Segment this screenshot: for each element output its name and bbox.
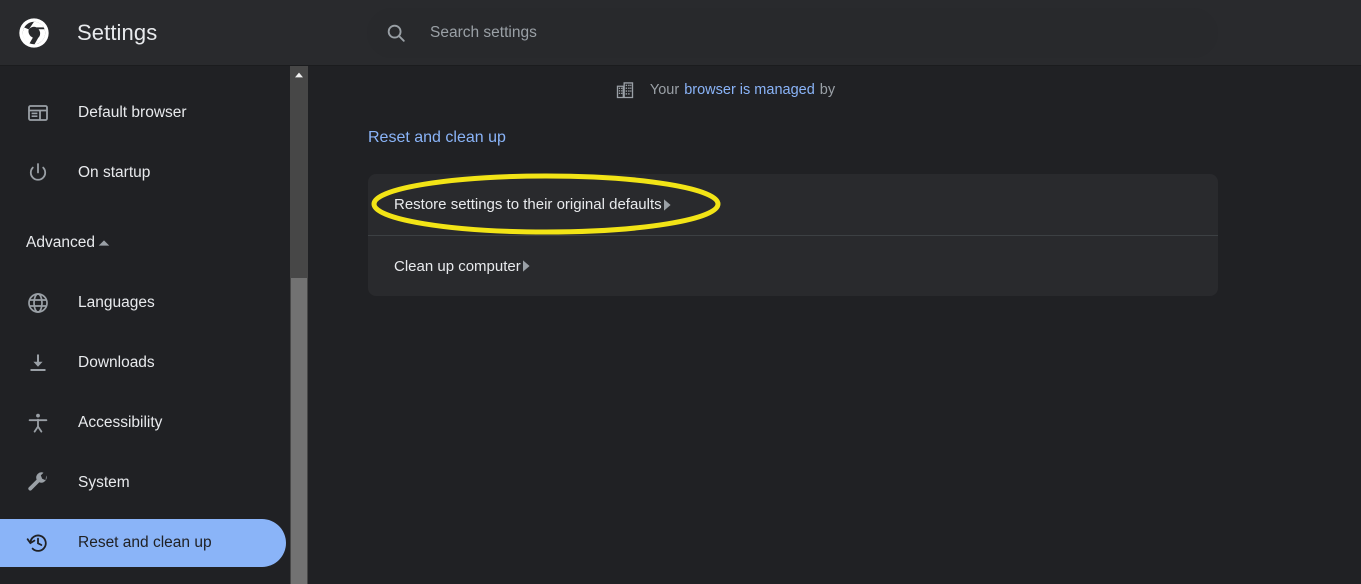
sidebar-item-on-startup[interactable]: On startup [0,149,286,197]
managed-browser-link[interactable]: browser is managed [684,82,815,98]
wrench-icon [26,471,50,495]
sidebar-item-label: Languages [78,294,155,311]
sidebar-item-label: On startup [78,164,151,181]
managed-banner-suffix: by [819,82,836,98]
row-restore-settings[interactable]: Restore settings to their original defau… [368,174,1218,235]
scrollbar-up-button[interactable] [290,66,308,84]
search-icon [385,22,407,44]
building-icon [615,80,650,100]
sidebar-item-accessibility[interactable]: Accessibility [0,399,286,447]
sidebar-section-advanced[interactable]: Advanced [0,219,286,267]
accessibility-icon [26,411,50,435]
sidebar-item-label: Reset and clean up [78,534,212,551]
sidebar-section-label: Advanced [26,234,95,251]
power-icon [26,161,50,185]
sidebar-item-system[interactable]: System [0,459,286,507]
managed-banner-prefix: Your [649,82,680,98]
sidebar-item-label: Downloads [78,354,155,371]
managed-browser-banner: Your browser is managed by [308,80,1218,100]
arrow-right-icon [662,198,672,212]
sidebar-item-label: Default browser [78,104,187,121]
globe-icon [26,291,50,315]
app-title: Settings [77,19,158,45]
brand-area: Settings [0,0,310,65]
scrollbar-thumb[interactable] [291,278,307,584]
sidebar-item-downloads[interactable]: Downloads [0,339,286,387]
row-label: Clean up computer [394,257,521,275]
arrow-right-icon [521,259,531,273]
sidebar-item-default-browser[interactable]: Default browser [0,89,286,137]
page-title: Reset and clean up [368,129,506,146]
sidebar-scrollbar[interactable] [290,66,308,584]
sidebar-item-label: Accessibility [78,414,163,431]
row-clean-up-computer[interactable]: Clean up computer [368,235,1218,296]
sidebar-item-languages[interactable]: Languages [0,279,286,327]
row-label: Restore settings to their original defau… [394,196,662,213]
reset-and-clean-up-card: Restore settings to their original defau… [368,174,1218,296]
main-content: Your browser is managed by Reset and cle… [308,66,1361,584]
scroll-up-arrow-icon [294,70,304,80]
sidebar-item-label: System [78,474,130,491]
search-input[interactable] [430,8,1218,58]
sidebar-item-reset-and-clean-up[interactable]: Reset and clean up [0,519,286,567]
top-header-bar: Settings [0,0,1361,66]
search-bar[interactable] [367,8,1218,58]
chrome-logo-icon [18,17,50,49]
settings-window: Settings Defau [0,0,1361,584]
chevron-up-icon [95,234,113,252]
sidebar-navigation: Default browser On startup Advanced Lang… [0,66,286,584]
history-restore-icon [26,531,50,555]
download-icon [26,351,50,375]
browser-window-icon [26,101,50,125]
